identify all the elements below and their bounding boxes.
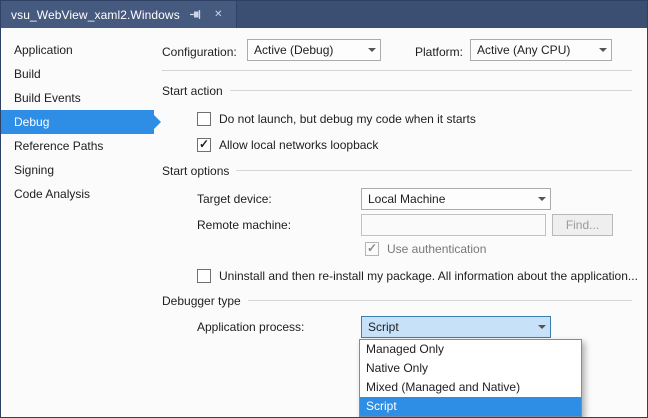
target-device-value: Local Machine xyxy=(362,189,533,209)
check-icon: ✓ xyxy=(367,242,377,254)
checkbox-box[interactable] xyxy=(197,269,211,283)
platform-label: Platform: xyxy=(415,41,463,63)
checkbox-label: Do not launch, but debug my code when it… xyxy=(219,112,476,126)
sidebar-item-build[interactable]: Build xyxy=(1,62,154,86)
sidebar-item-application[interactable]: Application xyxy=(1,38,154,62)
pin-icon[interactable] xyxy=(188,7,203,22)
project-properties-window: vsu_WebView_xaml2.Windows ✕ Application … xyxy=(0,0,648,418)
document-tab-title: vsu_WebView_xaml2.Windows xyxy=(11,8,180,22)
configuration-select[interactable]: Active (Debug) xyxy=(247,39,381,61)
checkbox-box[interactable] xyxy=(197,112,211,126)
application-process-value: Script xyxy=(362,317,533,337)
start-options-section-header: Start options xyxy=(162,163,632,178)
platform-select[interactable]: Active (Any CPU) xyxy=(470,39,612,61)
dropdown-option-script[interactable]: Script xyxy=(360,397,581,416)
sidebar-item-debug[interactable]: Debug xyxy=(1,110,154,134)
debugger-type-section-header: Debugger type xyxy=(162,293,632,308)
checkbox-label: Allow local networks loopback xyxy=(219,138,378,152)
section-divider xyxy=(248,300,632,301)
target-device-select[interactable]: Local Machine xyxy=(361,188,551,210)
application-process-select[interactable]: Script xyxy=(361,316,551,338)
dropdown-option-mixed[interactable]: Mixed (Managed and Native) xyxy=(360,378,581,397)
remote-machine-input[interactable] xyxy=(361,214,546,236)
checkbox-uninstall-reinstall[interactable]: Uninstall and then re-install my package… xyxy=(197,268,638,284)
sidebar: Application Build Build Events Debug Ref… xyxy=(1,28,154,417)
checkbox-do-not-launch[interactable]: Do not launch, but debug my code when it… xyxy=(197,111,476,127)
chevron-down-icon xyxy=(533,189,550,209)
chevron-down-icon xyxy=(594,40,611,60)
configuration-label: Configuration: xyxy=(162,41,237,63)
dropdown-option-managed-only[interactable]: Managed Only xyxy=(360,340,581,359)
config-divider xyxy=(162,70,632,71)
section-divider xyxy=(236,170,632,171)
find-button[interactable]: Find... xyxy=(552,214,613,236)
document-tab[interactable]: vsu_WebView_xaml2.Windows ✕ xyxy=(1,1,237,28)
close-icon[interactable]: ✕ xyxy=(211,7,226,22)
target-device-label: Target device: xyxy=(197,188,272,210)
checkbox-allow-loopback[interactable]: ✓ Allow local networks loopback xyxy=(197,137,378,153)
sidebar-item-build-events[interactable]: Build Events xyxy=(1,86,154,110)
document-tab-bar: vsu_WebView_xaml2.Windows ✕ xyxy=(1,1,647,28)
sidebar-item-reference-paths[interactable]: Reference Paths xyxy=(1,134,154,158)
check-icon: ✓ xyxy=(199,138,209,150)
application-process-label: Application process: xyxy=(197,316,304,338)
checkbox-label: Use authentication xyxy=(387,242,486,256)
application-process-dropdown: Managed Only Native Only Mixed (Managed … xyxy=(359,339,582,417)
checkbox-use-authentication[interactable]: ✓ Use authentication xyxy=(365,241,486,257)
section-divider xyxy=(230,90,632,91)
start-action-section-header: Start action xyxy=(162,83,632,98)
start-action-title: Start action xyxy=(162,84,223,98)
checkbox-box[interactable]: ✓ xyxy=(197,138,211,152)
dropdown-option-native-only[interactable]: Native Only xyxy=(360,359,581,378)
checkbox-box[interactable]: ✓ xyxy=(365,242,379,256)
remote-machine-label: Remote machine: xyxy=(197,214,291,236)
chevron-down-icon xyxy=(533,317,550,337)
configuration-value: Active (Debug) xyxy=(248,40,363,60)
start-options-title: Start options xyxy=(162,164,229,178)
platform-value: Active (Any CPU) xyxy=(471,40,594,60)
debugger-type-title: Debugger type xyxy=(162,294,241,308)
sidebar-item-code-analysis[interactable]: Code Analysis xyxy=(1,182,154,206)
checkbox-label: Uninstall and then re-install my package… xyxy=(219,269,638,283)
chevron-down-icon xyxy=(363,40,380,60)
sidebar-item-signing[interactable]: Signing xyxy=(1,158,154,182)
